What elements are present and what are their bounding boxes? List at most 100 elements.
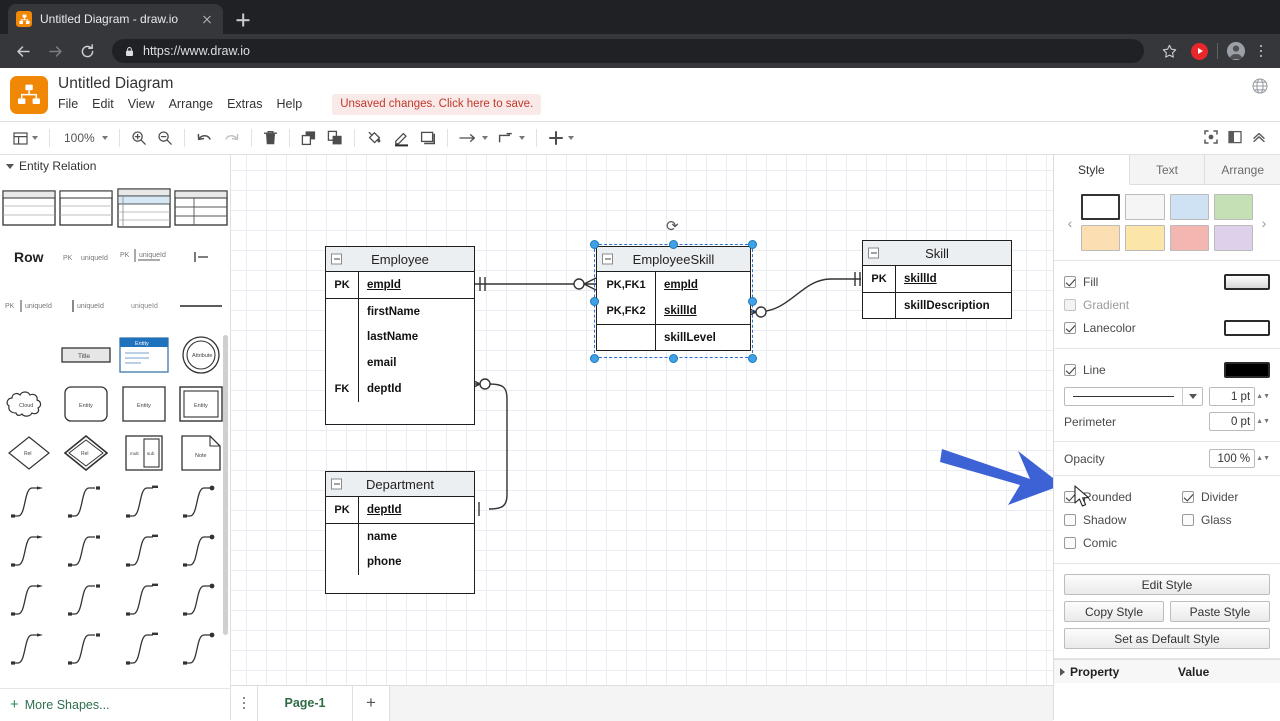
divider-checkbox[interactable]: [1182, 490, 1194, 503]
er-row[interactable]: PK,FK1 empId: [597, 272, 750, 298]
shadow-button[interactable]: [415, 126, 441, 151]
er-row[interactable]: phone: [326, 549, 474, 575]
resize-handle-ne[interactable]: [748, 240, 757, 249]
add-page-button[interactable]: +: [353, 686, 389, 721]
er-row[interactable]: skillLevel: [597, 324, 750, 350]
line-width-stepper[interactable]: 1 pt ▲▼: [1209, 387, 1270, 406]
spinner-icon[interactable]: ▲▼: [1256, 393, 1270, 400]
line-style-select[interactable]: [1064, 387, 1204, 406]
er-table-employeeskill[interactable]: EmployeeSkill PK,FK1 empId PK,FK2 skillI…: [596, 246, 751, 351]
tab-text[interactable]: Text: [1129, 155, 1206, 184]
shape-connector-one[interactable]: [173, 232, 231, 281]
youtube-extension-icon[interactable]: [1191, 42, 1208, 60]
zoom-level-button[interactable]: 100%: [56, 126, 113, 151]
menu-extras[interactable]: Extras: [227, 97, 262, 112]
er-table-department[interactable]: Department PK deptId name phone: [325, 471, 475, 594]
page-tab-page-1[interactable]: Page-1: [257, 685, 353, 721]
opacity-value[interactable]: 100 %: [1209, 449, 1256, 468]
shape-entity-square[interactable]: Entity: [115, 379, 173, 428]
undo-button[interactable]: [191, 126, 218, 151]
collapse-icon[interactable]: [331, 253, 342, 265]
perimeter-value[interactable]: 0 pt: [1209, 412, 1256, 431]
swatch-next-icon[interactable]: ›: [1258, 215, 1270, 231]
shape-curve-connector[interactable]: [173, 624, 231, 673]
chevron-right-icon[interactable]: [1060, 667, 1065, 676]
lanecolor-color-chip[interactable]: [1224, 319, 1270, 336]
diagram-canvas[interactable]: Employee PK empId firstName lastName ema…: [231, 155, 1053, 720]
spinner-icon[interactable]: ▲▼: [1256, 455, 1270, 462]
zoom-in-button[interactable]: [126, 126, 152, 151]
resize-handle-sw[interactable]: [590, 354, 599, 363]
lanecolor-checkbox[interactable]: [1064, 321, 1076, 334]
menu-edit[interactable]: Edit: [92, 97, 114, 112]
shape-unique-1[interactable]: uniqueId: [58, 281, 116, 330]
er-row[interactable]: PK empId: [326, 272, 474, 298]
shape-curve-connector[interactable]: [0, 575, 58, 624]
er-row[interactable]: skillDescription: [863, 292, 1011, 318]
shape-table-1[interactable]: [0, 183, 58, 232]
shape-pk-unique-3[interactable]: PK uniqueId: [0, 281, 58, 330]
swatch-purple[interactable]: [1213, 225, 1253, 251]
shape-table-3[interactable]: [115, 183, 173, 232]
resize-handle-se[interactable]: [748, 354, 757, 363]
er-row[interactable]: email: [326, 350, 474, 376]
er-row[interactable]: name: [326, 523, 474, 549]
shape-divider-line[interactable]: [173, 281, 231, 330]
er-table-skill[interactable]: Skill PK skillId skillDescription: [862, 240, 1012, 319]
shape-curve-connector[interactable]: [115, 526, 173, 575]
collapse-toolbar-icon[interactable]: [1252, 130, 1266, 147]
browser-tab[interactable]: Untitled Diagram - draw.io: [8, 4, 223, 34]
swatch-peach[interactable]: [1081, 225, 1121, 251]
insert-button[interactable]: [543, 126, 579, 151]
swatch-prev-icon[interactable]: ‹: [1064, 215, 1076, 231]
shape-entity-rounded[interactable]: Entity: [58, 379, 116, 428]
shape-attribute[interactable]: Attribute: [173, 330, 231, 379]
er-row[interactable]: lastName: [326, 324, 474, 350]
shape-rel-diamond-double[interactable]: Rel: [58, 428, 116, 477]
waypoints-button[interactable]: [493, 126, 530, 151]
er-row[interactable]: PK skillId: [863, 266, 1011, 292]
edit-style-button[interactable]: Edit Style: [1064, 574, 1270, 595]
spinner-icon[interactable]: ▲▼: [1256, 418, 1270, 425]
back-icon[interactable]: [10, 38, 36, 64]
reload-icon[interactable]: [74, 38, 100, 64]
glass-checkbox[interactable]: [1182, 513, 1194, 526]
opacity-stepper[interactable]: 100 % ▲▼: [1209, 449, 1270, 468]
er-row[interactable]: firstName: [326, 298, 474, 324]
shape-title[interactable]: Title: [58, 330, 116, 379]
forward-icon[interactable]: [42, 38, 68, 64]
comic-checkbox[interactable]: [1064, 536, 1076, 549]
to-back-button[interactable]: [322, 126, 348, 151]
close-icon[interactable]: [199, 11, 215, 27]
collapse-icon[interactable]: [868, 247, 879, 259]
tab-style[interactable]: Style: [1054, 155, 1130, 185]
er-row[interactable]: FK deptId: [326, 376, 474, 402]
avatar[interactable]: [1227, 42, 1245, 60]
shape-curve-connector[interactable]: [0, 477, 58, 526]
shape-curve-connector[interactable]: [58, 526, 116, 575]
gradient-checkbox[interactable]: [1064, 298, 1076, 311]
er-table-employee[interactable]: Employee PK empId firstName lastName ema…: [325, 246, 475, 425]
swatch-gray[interactable]: [1125, 194, 1165, 220]
paste-style-button[interactable]: Paste Style: [1170, 601, 1270, 622]
rotate-handle[interactable]: ⟳: [666, 217, 679, 235]
copy-style-button[interactable]: Copy Style: [1064, 601, 1164, 622]
swatch-yellow[interactable]: [1125, 225, 1165, 251]
perimeter-stepper[interactable]: 0 pt ▲▼: [1209, 412, 1270, 431]
shape-curve-connector[interactable]: [58, 624, 116, 673]
fill-checkbox[interactable]: [1064, 275, 1076, 288]
menu-help[interactable]: Help: [277, 97, 303, 112]
connection-button[interactable]: [454, 126, 493, 151]
swatch-pink[interactable]: [1169, 225, 1209, 251]
swatch-blue[interactable]: [1169, 194, 1209, 220]
shadow-checkbox[interactable]: [1064, 513, 1076, 526]
to-front-button[interactable]: [296, 126, 322, 151]
language-globe-icon[interactable]: [1252, 78, 1268, 94]
er-row[interactable]: PK deptId: [326, 497, 474, 523]
shape-row-label[interactable]: Row: [0, 232, 58, 281]
more-shapes-button[interactable]: + More Shapes...: [0, 688, 230, 720]
shape-curve-connector[interactable]: [58, 575, 116, 624]
shape-curve-connector[interactable]: [173, 477, 231, 526]
shapes-section-header[interactable]: Entity Relation: [0, 155, 230, 177]
shape-pk-unique-2[interactable]: PK uniqueId: [115, 232, 173, 281]
